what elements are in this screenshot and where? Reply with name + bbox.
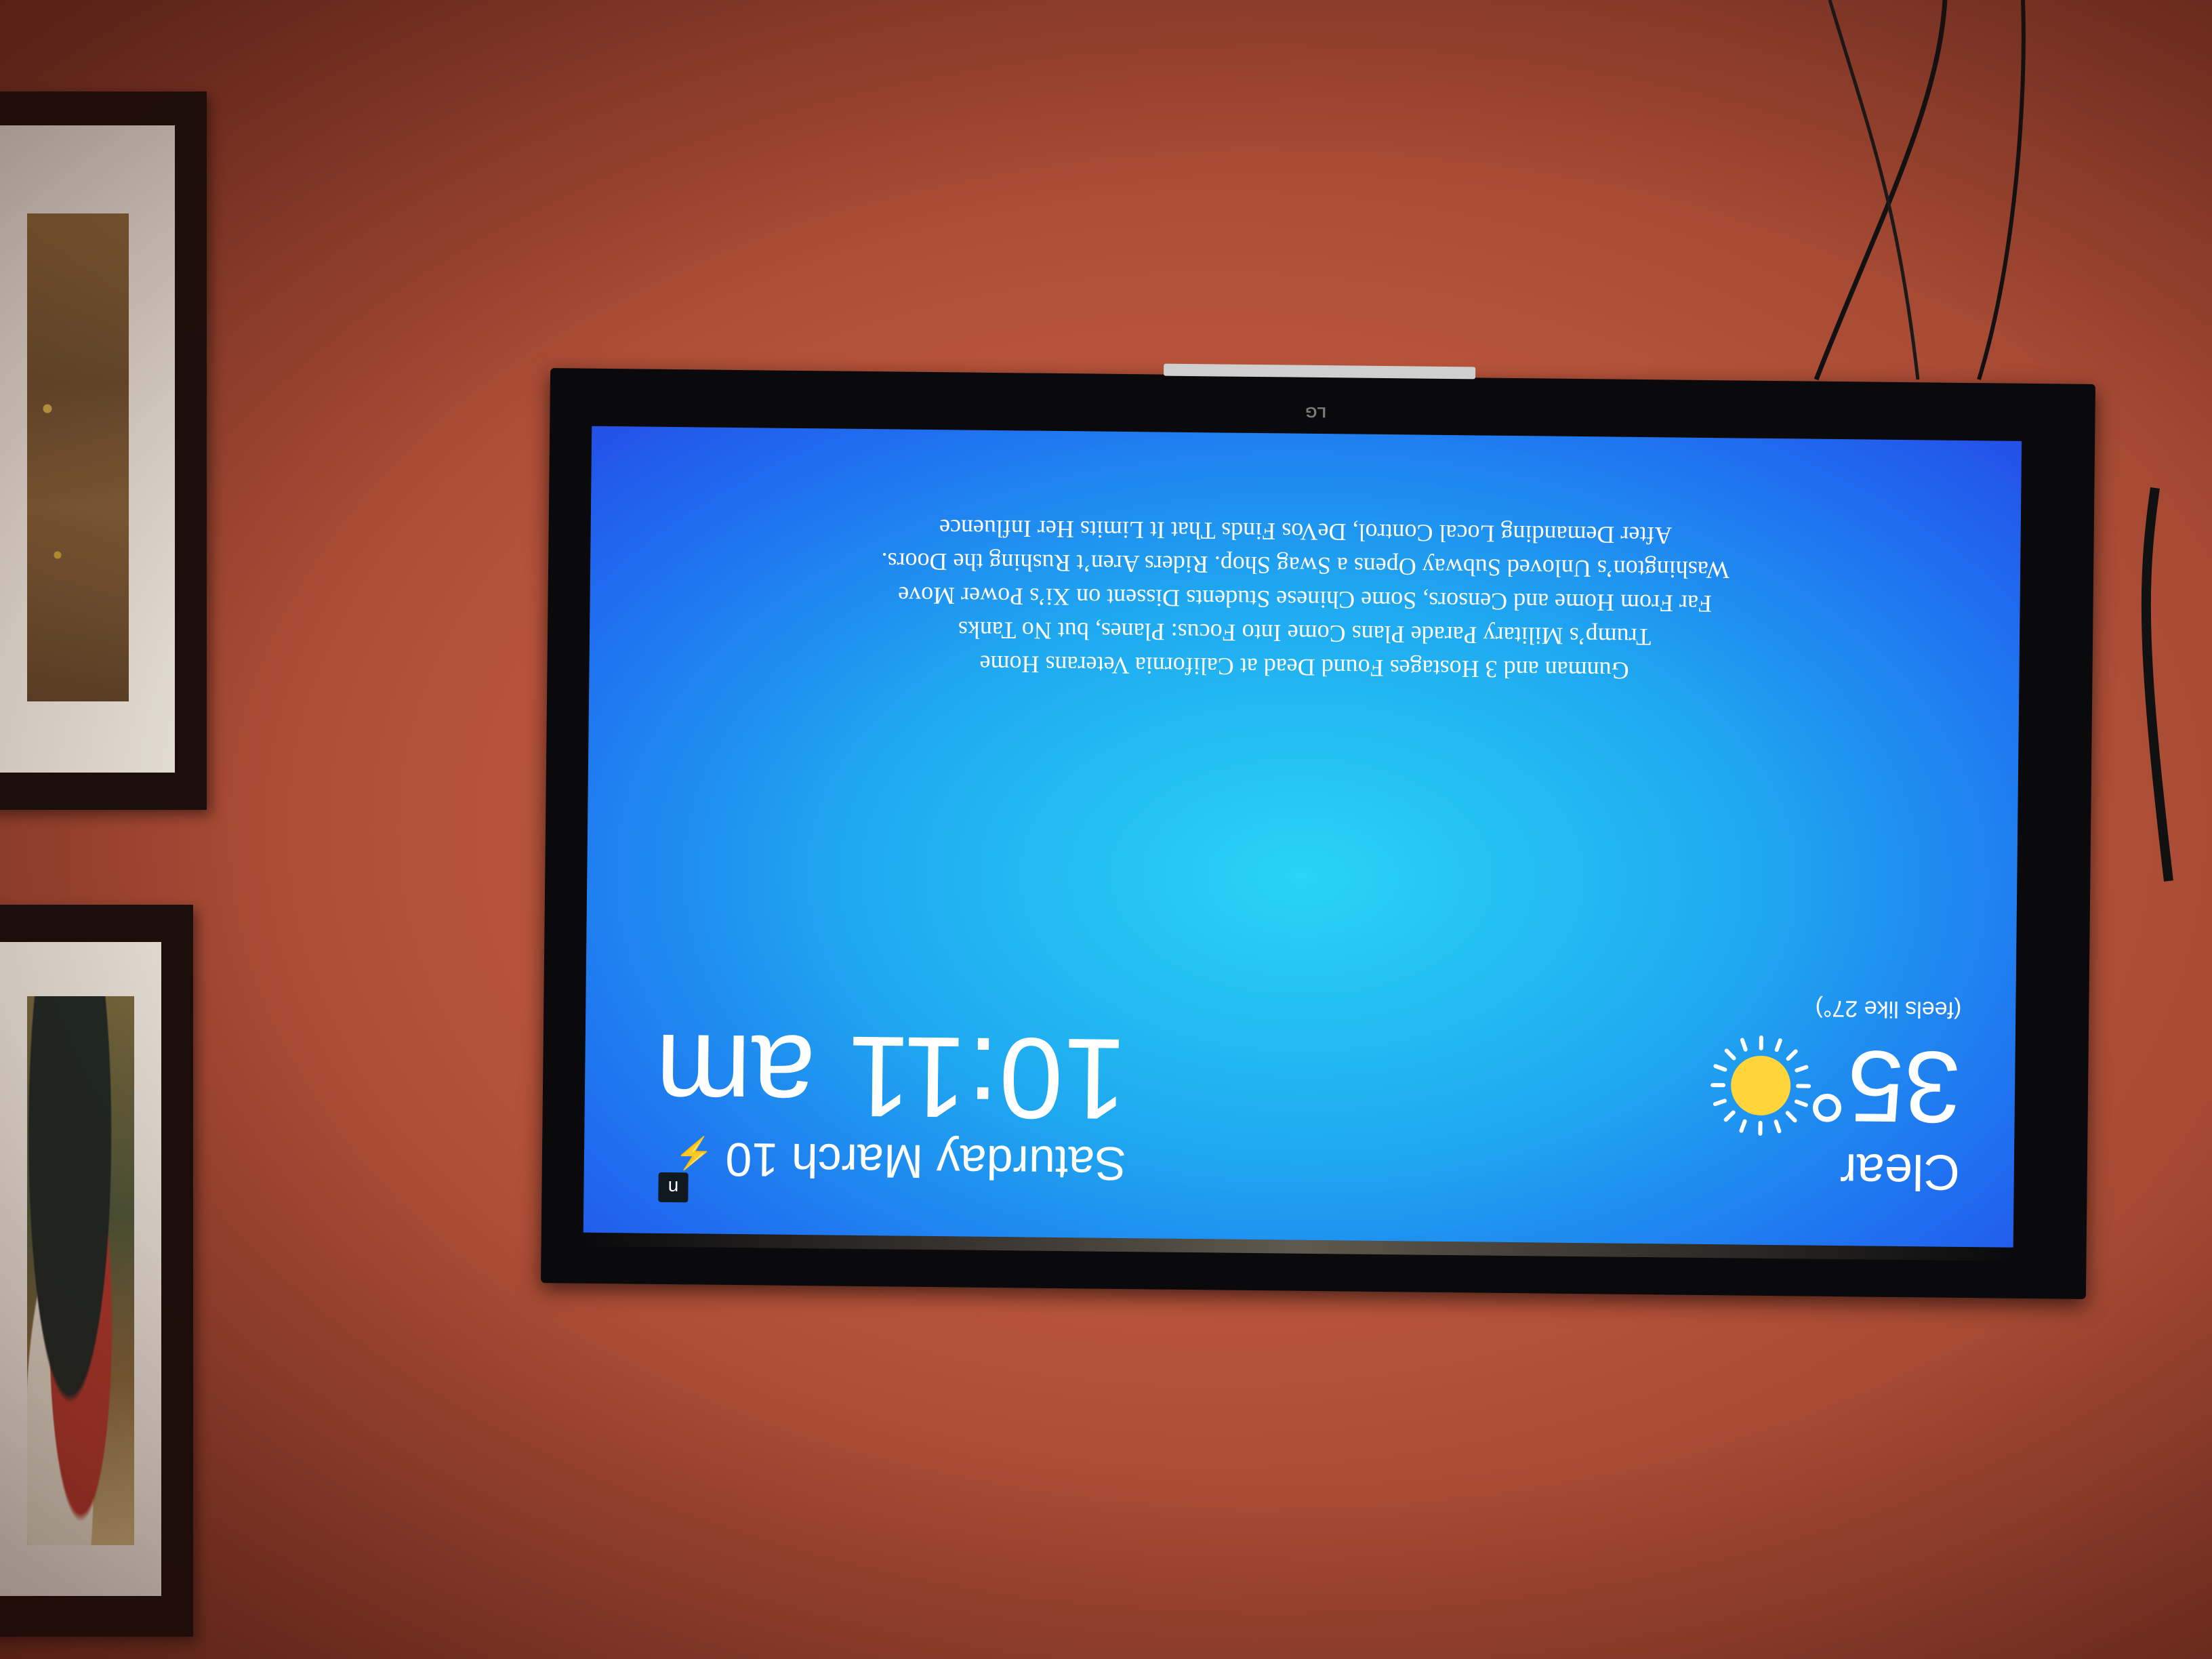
tv-screen: Clear 35° (feels like 27°) Saturday Marc… <box>583 426 2022 1248</box>
clock-time: 10:11 am <box>655 1009 1128 1144</box>
upside-down-dashboard: Clear 35° (feels like 27°) Saturday Marc… <box>583 426 2022 1248</box>
lightning-icon: ⚡ <box>674 1136 714 1172</box>
television: LG Clear 35° (feels like 27°) Saturday M… <box>540 363 2096 1299</box>
tv-mount-bracket <box>1164 363 1476 380</box>
tv-brand-logo: LG <box>1305 403 1326 422</box>
temperature: 35° <box>1806 1029 1962 1145</box>
sun-icon <box>1711 1035 1811 1136</box>
news-source-badge: n <box>658 1172 689 1203</box>
feels-like: (feels like 27°) <box>1815 995 1962 1023</box>
news-headlines: Gunman and 3 Hostages Found Dead at Cali… <box>589 508 2021 692</box>
weather-condition: Clear <box>1839 1143 1961 1201</box>
